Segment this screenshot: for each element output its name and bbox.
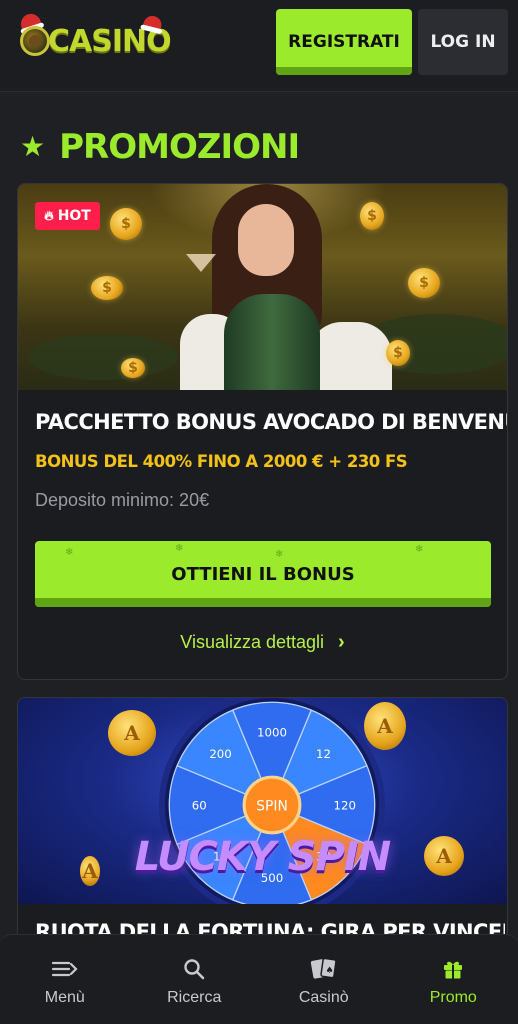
nav-item-menu[interactable]: Menù [0, 935, 130, 1024]
nav-label: Casinò [298, 989, 349, 1006]
get-bonus-button[interactable]: ❄ ❄ ❄ ❄ OTTIENI IL BONUS [35, 541, 491, 607]
chevron-right-icon: › [338, 631, 345, 653]
coin-icon [360, 202, 384, 230]
coin-icon [110, 208, 142, 240]
nav-item-casino[interactable]: ♠ Casinò [259, 935, 389, 1024]
get-bonus-label: OTTIENI IL BONUS [171, 563, 355, 585]
fire-icon: 🔥︎ [44, 208, 54, 224]
avocado-logo-icon [20, 26, 50, 56]
search-icon [182, 957, 206, 981]
wheel-segment-label: 200 [209, 747, 231, 761]
top-header: CASINO REGISTRATI LOG IN [0, 0, 518, 92]
promo-card-lucky-spin: 100012120305001560200 SPIN LUCKY SPIN RU… [17, 697, 508, 957]
bottom-navigation: Menù Ricerca ♠ Casinò Promo [0, 934, 518, 1024]
wheel-segment-label: 12 [316, 747, 331, 761]
nav-label: Ricerca [167, 989, 222, 1006]
view-details-link[interactable]: Visualizza dettagli › [18, 631, 507, 654]
coin-icon [386, 340, 410, 366]
wheel-segment-label: 120 [334, 798, 356, 812]
lucky-spin-banner[interactable]: 100012120305001560200 SPIN LUCKY SPIN [18, 698, 507, 904]
nav-label: Menù [44, 989, 85, 1006]
casino-logo[interactable]: CASINO [18, 11, 172, 64]
page-title: PROMOZIONI [59, 127, 300, 167]
wheel-center-label: SPIN [256, 798, 288, 814]
promo-card-welcome: 🔥︎ HOT PACCHETTO BONUS AVOCADO DI BENVEN… [17, 183, 508, 680]
page: CASINO REGISTRATI LOG IN ★ PROMOZIONI $ … [0, 0, 518, 1024]
casino-table [28, 334, 178, 380]
star-icon: ★ [20, 131, 46, 162]
cards-icon: ♠ [310, 957, 338, 981]
promo-subtitle: BONUS DEL 400% FINO A 2000 € + 230 FS [35, 452, 408, 471]
snowflake-icon: ❄ [415, 544, 424, 555]
hot-badge-label: HOT [57, 208, 91, 224]
fur-shape [308, 322, 392, 390]
santa-hat-icon [142, 14, 164, 31]
woman-illustration [168, 184, 392, 390]
coin-icon [408, 268, 440, 298]
login-button[interactable]: LOG IN [418, 9, 508, 75]
wheel-segment-label: 60 [192, 798, 207, 812]
promo-title: PACCHETTO BONUS AVOCADO DI BENVENUTO [35, 410, 508, 434]
snowflake-icon: ❄ [65, 547, 74, 558]
nav-item-search[interactable]: Ricerca [130, 935, 260, 1024]
section-header: ★ PROMOZIONI [20, 124, 300, 170]
gift-icon [441, 957, 465, 981]
view-details-label: Visualizza dettagli [180, 632, 325, 652]
menu-icon [51, 957, 79, 981]
hot-badge: 🔥︎ HOT [35, 202, 100, 230]
dress-shape [224, 294, 320, 390]
coin-icon [91, 276, 123, 300]
coin-icon [364, 702, 406, 750]
nav-label: Promo [429, 989, 477, 1006]
coin-icon [108, 710, 156, 756]
snowflake-icon: ❄ [175, 543, 184, 554]
coin-icon [121, 358, 145, 378]
svg-text:♠: ♠ [325, 966, 333, 976]
lucky-spin-title: LUCKY SPIN [134, 834, 392, 880]
min-deposit-text: Deposito minimo: 20€ [35, 490, 210, 510]
promo-banner-image[interactable]: 🔥︎ HOT [18, 184, 507, 390]
face-shape [238, 204, 294, 276]
nav-item-promo[interactable]: Promo [389, 935, 518, 1024]
register-button[interactable]: REGISTRATI [276, 9, 412, 75]
snowflake-icon: ❄ [275, 549, 284, 560]
wheel-segment-label: 1000 [257, 726, 287, 740]
